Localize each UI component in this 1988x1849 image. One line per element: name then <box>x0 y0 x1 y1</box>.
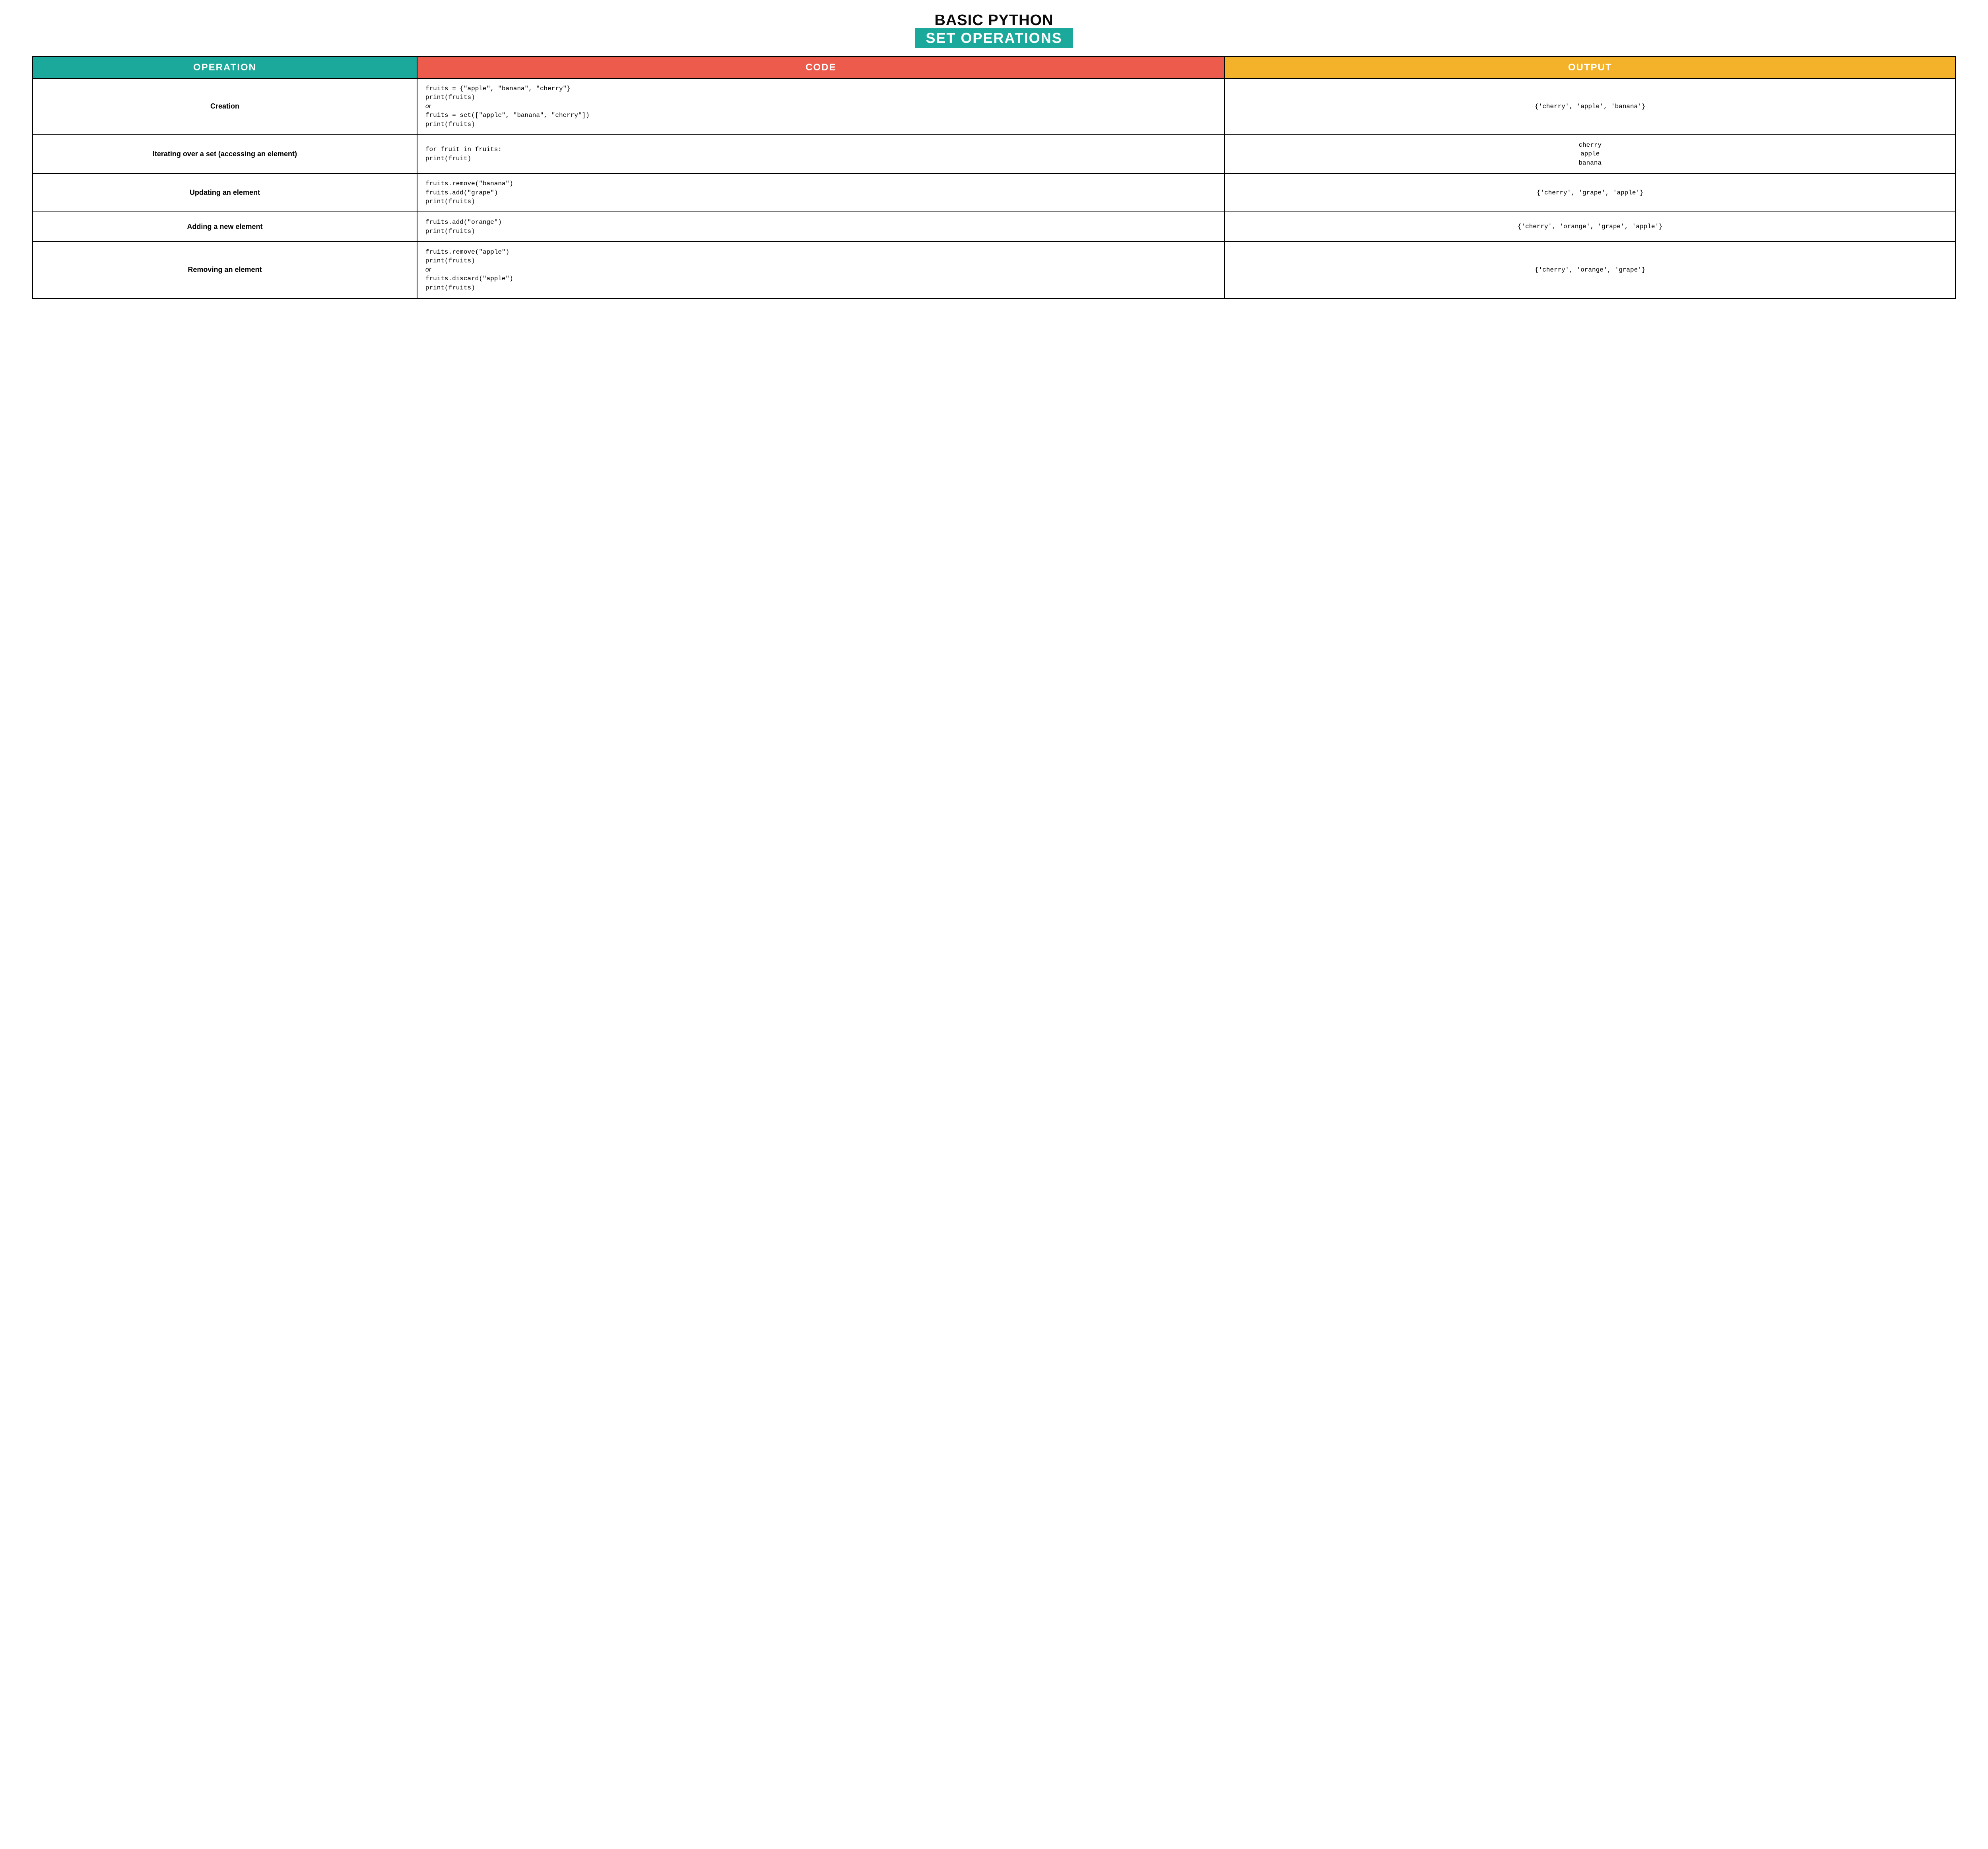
code-part2: fruits.discard("apple") print(fruits) <box>425 275 513 291</box>
table-row: Removing an element fruits.remove("apple… <box>33 242 1956 298</box>
output-cell: {'cherry', 'apple', 'banana'} <box>1225 78 1955 135</box>
code-cell: for fruit in fruits: print(fruit) <box>417 135 1225 173</box>
code-part2: fruits = set(["apple", "banana", "cherry… <box>425 112 590 128</box>
output-cell: {'cherry', 'orange', 'grape'} <box>1225 242 1955 298</box>
table-row: Iterating over a set (accessing an eleme… <box>33 135 1956 173</box>
operation-label: Updating an element <box>33 173 417 212</box>
output-cell: {'cherry', 'grape', 'apple'} <box>1225 173 1955 212</box>
output-cell: cherry apple banana <box>1225 135 1955 173</box>
code-cell: fruits.remove("apple") print(fruits) or … <box>417 242 1225 298</box>
or-label: or <box>425 103 431 110</box>
table-row: Creation fruits = {"apple", "banana", "c… <box>33 78 1956 135</box>
operations-table: OPERATION CODE OUTPUT Creation fruits = … <box>32 56 1956 299</box>
operation-label: Adding a new element <box>33 212 417 242</box>
header-code: CODE <box>417 57 1225 79</box>
code-cell: fruits.add("orange") print(fruits) <box>417 212 1225 242</box>
code-cell: fruits.remove("banana") fruits.add("grap… <box>417 173 1225 212</box>
table-row: Updating an element fruits.remove("banan… <box>33 173 1956 212</box>
code-cell: fruits = {"apple", "banana", "cherry"} p… <box>417 78 1225 135</box>
title-block: BASIC PYTHON SET OPERATIONS <box>32 12 1956 48</box>
title-line2: SET OPERATIONS <box>915 28 1072 48</box>
operation-label: Creation <box>33 78 417 135</box>
header-output: OUTPUT <box>1225 57 1955 79</box>
header-operation: OPERATION <box>33 57 417 79</box>
operation-label: Iterating over a set (accessing an eleme… <box>33 135 417 173</box>
operation-label: Removing an element <box>33 242 417 298</box>
code-part1: fruits.remove("apple") print(fruits) <box>425 248 509 264</box>
code-part1: fruits = {"apple", "banana", "cherry"} p… <box>425 85 571 101</box>
output-cell: {'cherry', 'orange', 'grape', 'apple'} <box>1225 212 1955 242</box>
title-line1: BASIC PYTHON <box>32 12 1956 29</box>
or-label: or <box>425 266 431 273</box>
header-row: OPERATION CODE OUTPUT <box>33 57 1956 79</box>
table-row: Adding a new element fruits.add("orange"… <box>33 212 1956 242</box>
